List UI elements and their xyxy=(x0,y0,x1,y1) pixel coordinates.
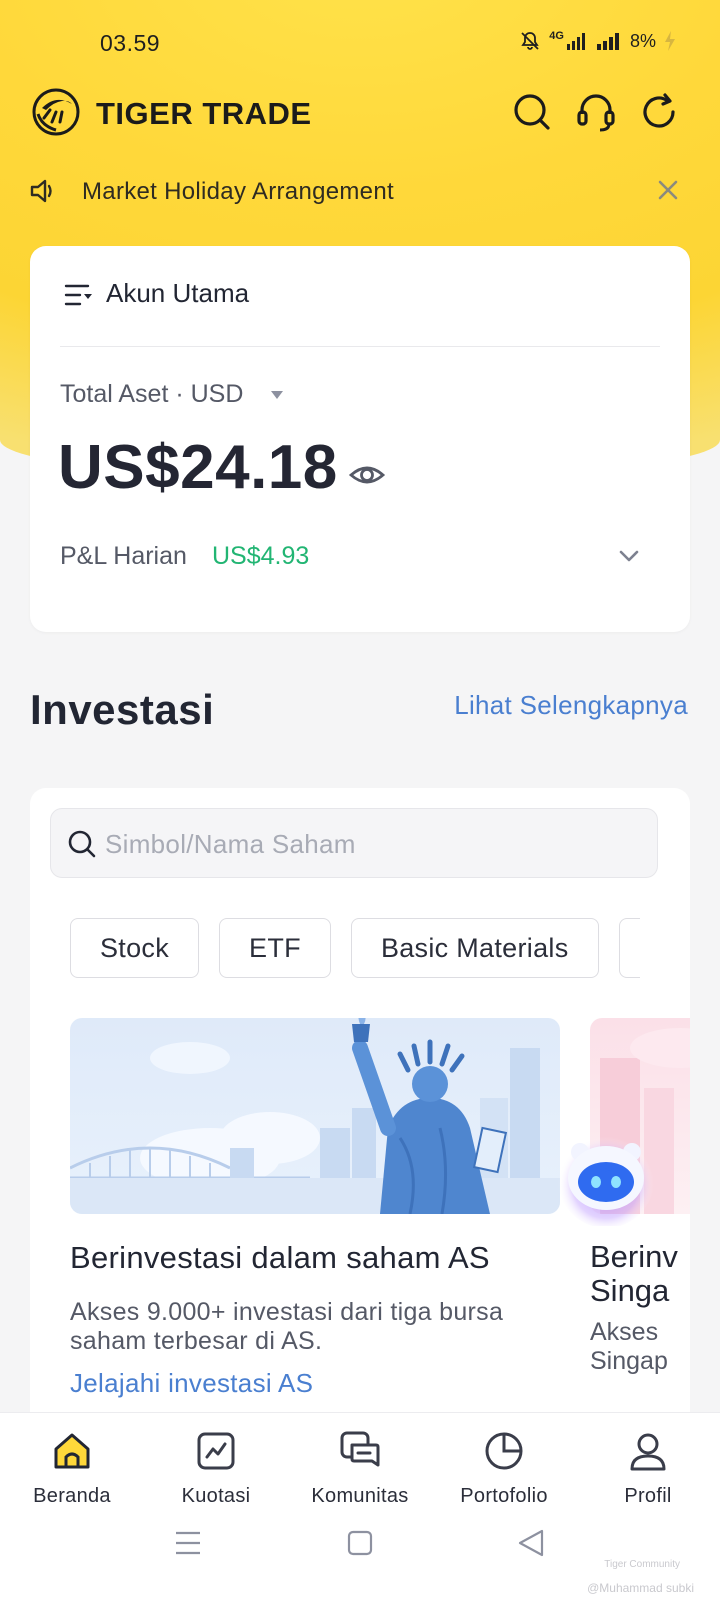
bottom-nav: Beranda Kuotasi Komunitas Portofolio Pro… xyxy=(0,1412,720,1600)
chart-icon xyxy=(197,1432,235,1470)
nav-label-komunitas: Komunitas xyxy=(311,1485,409,1507)
total-assets-value: US$24.18 xyxy=(58,433,338,502)
pie-icon xyxy=(485,1432,523,1470)
see-more-link[interactable]: Lihat Selengkapnya xyxy=(454,690,688,721)
stock-search-input[interactable]: Simbol/Nama Saham xyxy=(50,808,658,878)
community-icon xyxy=(340,1431,380,1467)
search-icon[interactable] xyxy=(512,92,552,132)
promo-desc-us: Akses 9.000+ investasi dari tiga bursa s… xyxy=(70,1298,504,1355)
total-assets-label[interactable]: Total Aset · USD xyxy=(60,380,243,409)
divider xyxy=(60,346,660,347)
chip-etf[interactable]: ETF xyxy=(219,918,331,978)
profile-icon xyxy=(630,1433,666,1471)
search-icon xyxy=(68,830,96,858)
ai-assistant-icon[interactable] xyxy=(556,1126,656,1226)
refresh-icon[interactable] xyxy=(640,92,680,132)
nav-label-profil: Profil xyxy=(624,1485,672,1507)
close-icon[interactable] xyxy=(654,176,682,204)
speaker-icon xyxy=(30,179,52,203)
back-triangle-icon[interactable] xyxy=(512,1523,552,1563)
watermark-author: @Muhammad subki xyxy=(587,1581,694,1595)
nav-label-portofolio: Portofolio xyxy=(460,1485,548,1507)
recents-menu-icon[interactable] xyxy=(168,1523,208,1563)
signal-icon-2 xyxy=(596,33,619,50)
home-square-icon[interactable] xyxy=(340,1523,380,1563)
nav-beranda[interactable]: Beranda xyxy=(0,1429,144,1508)
charging-icon xyxy=(665,31,675,51)
watermark-community: Tiger Community xyxy=(604,1559,680,1570)
promo-title-us: Berinvestasi dalam saham AS xyxy=(70,1240,490,1275)
nav-label-kuotasi: Kuotasi xyxy=(181,1485,251,1507)
daily-pnl-value: US$4.93 xyxy=(212,542,310,570)
battery-percent: 8% xyxy=(629,30,656,51)
invest-card: Simbol/Nama Saham Stock ETF Basic Materi… xyxy=(30,788,690,1428)
headset-icon[interactable] xyxy=(576,92,616,132)
nav-portofolio[interactable]: Portofolio xyxy=(432,1429,576,1508)
promo-title-sg: Berinv Singa xyxy=(590,1240,678,1308)
section-title-investasi: Investasi xyxy=(30,686,215,733)
home-icon xyxy=(54,1433,90,1469)
status-time: 03.59 xyxy=(100,30,161,56)
eye-icon[interactable] xyxy=(348,460,386,490)
account-card: Akun Utama Total Aset · USD US$24.18 P&L… xyxy=(30,246,690,632)
mute-bell-icon xyxy=(521,32,539,50)
chip-more[interactable] xyxy=(618,918,640,978)
nav-profil[interactable]: Profil xyxy=(576,1429,720,1508)
caret-down-icon[interactable] xyxy=(270,390,284,400)
chevron-down-icon[interactable] xyxy=(618,548,640,564)
promo-desc-sg: Akses Singap xyxy=(590,1318,668,1375)
daily-pnl-label: P&L Harian xyxy=(60,542,187,570)
account-name[interactable]: Akun Utama xyxy=(106,278,249,309)
category-chips: Stock ETF Basic Materials xyxy=(70,918,640,978)
status-icons: 4G 8% xyxy=(519,30,676,52)
search-placeholder: Simbol/Nama Saham xyxy=(105,829,356,859)
chip-stock[interactable]: Stock xyxy=(70,918,200,978)
tiger-logo-icon xyxy=(32,88,80,136)
explore-us-link[interactable]: Jelajahi investasi AS xyxy=(70,1368,313,1399)
promo-image-us[interactable] xyxy=(70,1018,560,1214)
chip-basic-materials[interactable]: Basic Materials xyxy=(350,918,599,978)
statue-of-liberty-illustration xyxy=(70,1018,560,1214)
brand-name: TIGER TRADE xyxy=(96,96,312,131)
network-label: 4G xyxy=(549,30,564,42)
signal-icon xyxy=(566,33,585,50)
account-menu-icon[interactable] xyxy=(64,282,94,308)
nav-kuotasi[interactable]: Kuotasi xyxy=(144,1429,288,1508)
nav-komunitas[interactable]: Komunitas xyxy=(288,1429,432,1508)
notice-text[interactable]: Market Holiday Arrangement xyxy=(82,178,394,206)
nav-label-beranda: Beranda xyxy=(33,1485,111,1507)
